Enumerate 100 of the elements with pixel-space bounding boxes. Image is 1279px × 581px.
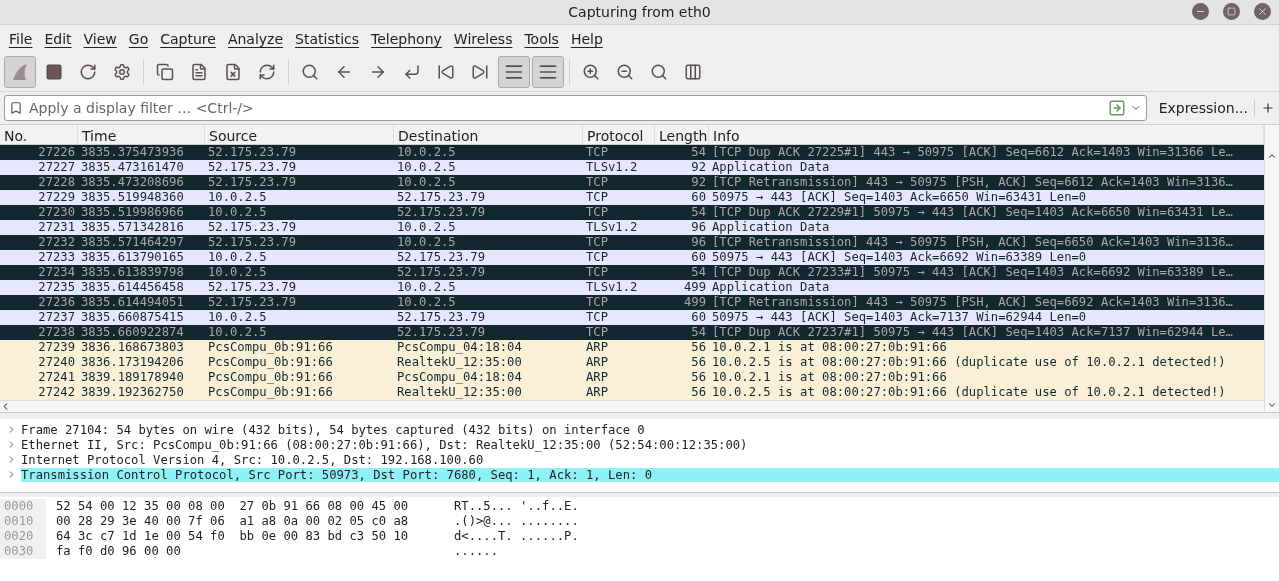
packet-row[interactable]: 27239 3836.168673803 PcsCompu_0b:91:66 PcsCompu_04:18:04 ARP 56 10.0.2.1 is at 08:00:27:0b:91:66 — [0, 340, 1264, 355]
table-cell-text: TCP — [585, 190, 609, 205]
scroll-up-icon[interactable] — [1267, 151, 1277, 161]
menu-item[interactable]: File — [3, 31, 39, 47]
packet-row[interactable]: 27242 3839.192362750 PcsCompu_0b:91:66 RealtekU_12:35:00 ARP 56 10.0.2.5 is at 08:00:27:0b:91:66 (duplicate use of 10.0.2.1 detected!) — [0, 385, 1264, 400]
menu-item[interactable]: Tools — [518, 31, 565, 47]
menu-item[interactable]: Statistics — [289, 31, 366, 47]
table-cell-text: 10.0.2.5 — [207, 250, 268, 265]
packet-row[interactable]: 27240 3836.173194206 PcsCompu_0b:91:66 RealtekU_12:35:00 ARP 56 10.0.2.5 is at 08:00:27:0b:91:66 (duplicate use of 10.0.2.1 detected!) — [0, 355, 1264, 370]
menu-item[interactable]: View — [77, 31, 123, 47]
tree-item[interactable]: Internet Protocol Version 4, Src: 10.0.2.5, Dst: 192.168.100.60 — [21, 452, 1279, 467]
table-cell-text: [TCP Dup ACK 27233#1] 50975 → 443 [ACK] Seq=1403 Ack=6692 Win=63389 Le… — [711, 265, 1234, 280]
packet-row[interactable]: 27237 3835.660875415 10.0.2.5 52.175.23.79 TCP 60 50975 → 443 [ACK] Seq=1403 Ack=7137 Win=62944 Len=0 — [0, 310, 1264, 325]
menu-item[interactable]: Wireless — [447, 31, 519, 47]
menu-item[interactable]: Help — [564, 31, 609, 47]
table-cell-text: 50975 → 443 [ACK] Seq=1403 Ack=6650 Win=63431 Len=0 — [711, 190, 1088, 205]
packet-row[interactable]: 27232 3835.571464297 52.175.23.79 10.0.2.5 TCP 96 [TCP Retransmission] 443 → 50975 [PSH, ACK] Seq=6650 Ack=1403 Win=3136… — [0, 235, 1264, 250]
document-x-icon — [224, 63, 242, 81]
table-cell-text: 3839.189178940 — [80, 370, 185, 385]
table-cell-text: 52.175.23.79 — [207, 280, 298, 295]
table-cell-text: 27227 — [37, 160, 76, 175]
packet-row[interactable]: 27231 3835.571342816 52.175.23.79 10.0.2.5 TLSv1.2 96 Application Data — [0, 220, 1264, 235]
table-cell-text: PcsCompu_0b:91:66 — [207, 370, 334, 385]
menu-item[interactable]: Edit — [38, 31, 78, 47]
table-cell-text: TCP — [585, 310, 609, 325]
tree-item[interactable]: Transmission Control Protocol, Src Port: 50973, Dst Port: 7680, Seq: 1, Ack: 1, Len: 0 — [21, 467, 1279, 482]
table-cell-text: 54 — [690, 325, 707, 340]
tree-item[interactable]: Frame 27104: 54 bytes on wire (432 bits), 54 bytes captured (432 bits) on interface 0 — [21, 422, 1279, 437]
menu-item[interactable]: Capture — [154, 31, 222, 47]
table-cell-text: 3839.192362750 — [80, 385, 185, 400]
table-cell-text: 52.175.23.79 — [396, 190, 487, 205]
plus-icon[interactable] — [1261, 101, 1275, 115]
table-cell-text: 27231 — [37, 220, 76, 235]
byte-offset: 0030 — [0, 544, 46, 559]
packet-row[interactable]: 27227 3835.473161470 52.175.23.79 10.0.2.5 TLSv1.2 92 Application Data — [0, 160, 1264, 175]
toolbar-button[interactable] — [498, 56, 530, 88]
toolbar-button[interactable] — [532, 56, 564, 88]
table-cell-text: 60 — [690, 250, 707, 265]
maximize-button[interactable] — [1223, 3, 1240, 20]
table-cell-text: 52.175.23.79 — [396, 325, 487, 340]
ascii-bytes: ...... — [454, 544, 499, 559]
column-header[interactable]: Time — [78, 125, 205, 144]
table-cell-text: 60 — [690, 190, 707, 205]
column-header[interactable]: No. — [0, 125, 78, 144]
return-arrow-icon — [403, 63, 421, 81]
table-cell-text: 60 — [690, 310, 707, 325]
ascii-bytes: d<....T. ......P. — [454, 529, 579, 544]
packet-row[interactable]: 27241 3839.189178940 PcsCompu_0b:91:66 PcsCompu_04:18:04 ARP 56 10.0.2.1 is at 08:00:27:0b:91:66 — [0, 370, 1264, 385]
column-header[interactable]: Source — [205, 125, 394, 144]
column-header[interactable]: Length — [655, 125, 709, 144]
table-cell-text: TCP — [585, 325, 609, 340]
table-cell-text: [TCP Retransmission] 443 → 50975 [PSH, ACK] Seq=6612 Ack=1403 Win=3136… — [711, 175, 1234, 190]
table-cell-text: 52.175.23.79 — [396, 250, 487, 265]
packet-row[interactable]: 27230 3835.519986966 10.0.2.5 52.175.23.79 TCP 54 [TCP Dup ACK 27229#1] 50975 → 443 [ACK] Seq=1403 Ack=6650 Win=63431 Le… — [0, 205, 1264, 220]
menu-item[interactable]: Go — [122, 31, 155, 47]
packet-row[interactable]: 27238 3835.660922874 10.0.2.5 52.175.23.79 TCP 54 [TCP Dup ACK 27237#1] 50975 → 443 [ACK] Seq=1403 Ack=7137 Win=62944 Le… — [0, 325, 1264, 340]
table-cell-text: 52.175.23.79 — [207, 175, 298, 190]
table-cell-text: 27228 — [37, 175, 76, 190]
table-cell-text: TCP — [585, 175, 609, 190]
scroll-down-icon[interactable] — [1267, 400, 1277, 410]
packet-row[interactable]: 27233 3835.613790165 10.0.2.5 52.175.23.79 TCP 60 50975 → 443 [ACK] Seq=1403 Ack=6692 Win=63389 Len=0 — [0, 250, 1264, 265]
minimize-button[interactable] — [1192, 3, 1209, 20]
table-cell-text: 52.175.23.79 — [396, 205, 487, 220]
byte-offset: 0000 — [0, 499, 46, 514]
table-cell-text: 52.175.23.79 — [207, 160, 298, 175]
packet-row[interactable]: 27235 3835.614456458 52.175.23.79 10.0.2.5 TLSv1.2 499 Application Data — [0, 280, 1264, 295]
document-icon — [190, 63, 208, 81]
table-cell-text: 10.0.2.5 is at 08:00:27:0b:91:66 (duplicate use of 10.0.2.1 detected!) — [711, 385, 1227, 400]
settings-icon — [113, 63, 131, 81]
packet-row[interactable]: 27236 3835.614494051 52.175.23.79 10.0.2.5 TCP 499 [TCP Retransmission] 443 → 50975 [PSH, ACK] Seq=6692 Ack=1403 Win=3136… — [0, 295, 1264, 310]
table-cell-text: 10.0.2.5 — [396, 235, 457, 250]
close-icon — [1257, 6, 1268, 17]
packet-row[interactable]: 27229 3835.519948360 10.0.2.5 52.175.23.79 TCP 60 50975 → 443 [ACK] Seq=1403 Ack=6650 Win=63431 Len=0 — [0, 190, 1264, 205]
column-header[interactable]: Protocol — [583, 125, 655, 144]
table-cell-text: 3835.614494051 — [80, 295, 185, 310]
menu-item[interactable]: Telephony — [365, 31, 448, 47]
menu-item[interactable]: Analyze — [221, 31, 290, 47]
ascii-bytes: RT..5... '..f..E. — [454, 499, 579, 514]
vertical-scrollbar[interactable] — [1264, 125, 1279, 412]
tree-item[interactable]: Ethernet II, Src: PcsCompu_0b:91:66 (08:00:27:0b:91:66), Dst: RealtekU_12:35:00 (52:54:00:12:35:00) — [21, 437, 1279, 452]
table-cell-text: 10.0.2.1 is at 08:00:27:0b:91:66 — [711, 340, 948, 355]
display-filter-field[interactable]: Apply a display filter … <Ctrl-/> — [27, 99, 1104, 117]
lines-icon — [538, 62, 558, 82]
close-button[interactable] — [1254, 3, 1271, 20]
table-cell-text: TLSv1.2 — [585, 280, 639, 295]
bookmark-icon[interactable] — [9, 101, 23, 115]
table-cell-text: 50975 → 443 [ACK] Seq=1403 Ack=7137 Win=62944 Len=0 — [711, 310, 1088, 325]
column-header[interactable]: Destination — [394, 125, 583, 144]
table-cell-text: 50975 → 443 [ACK] Seq=1403 Ack=6692 Win=63389 Len=0 — [711, 250, 1088, 265]
table-cell-text: 3835.614456458 — [80, 280, 185, 295]
table-cell-text: 10.0.2.5 is at 08:00:27:0b:91:66 (duplicate use of 10.0.2.1 detected!) — [711, 355, 1227, 370]
filter-bar[interactable]: Apply a display filter … <Ctrl-/> — [4, 95, 1147, 121]
hex-bytes: 64 3c c7 1d 1e 00 54 f0 bb 0e 00 83 bd c3 50 10 — [56, 529, 410, 544]
packet-row[interactable]: 27234 3835.613839798 10.0.2.5 52.175.23.79 TCP 54 [TCP Dup ACK 27233#1] 50975 → 443 [ACK] Seq=1403 Ack=6692 Win=63389 Le… — [0, 265, 1264, 280]
packet-row[interactable]: 27228 3835.473208696 52.175.23.79 10.0.2.5 TCP 92 [TCP Retransmission] 443 → 50975 [PSH, ACK] Seq=6612 Ack=1403 Win=3136… — [0, 175, 1264, 190]
horizontal-scrollbar[interactable] — [0, 400, 1264, 412]
copy-icon — [156, 63, 174, 81]
expression-button[interactable]: Expression... — [1152, 100, 1255, 116]
table-cell-text: Application Data — [711, 220, 831, 235]
packet-row[interactable]: 27226 3835.375473936 52.175.23.79 10.0.2.5 TCP 54 [TCP Dup ACK 27225#1] 443 → 50975 [ACK] Seq=6612 Ack=1403 Win=31366 Le… — [0, 145, 1264, 160]
